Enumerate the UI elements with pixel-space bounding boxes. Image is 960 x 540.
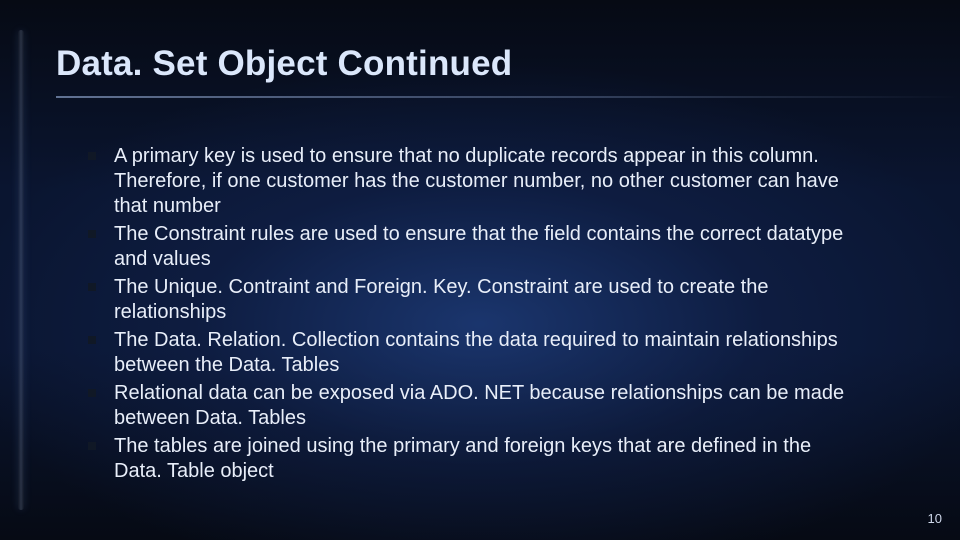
list-item: The Constraint rules are used to ensure … [88, 222, 864, 272]
bullet-text: The tables are joined using the primary … [114, 435, 811, 482]
bullet-text: The Unique. Contraint and Foreign. Key. … [114, 276, 768, 323]
list-item: Relational data can be exposed via ADO. … [88, 381, 864, 431]
page-number: 10 [928, 511, 942, 526]
bullet-text: The Data. Relation. Collection contains … [114, 329, 838, 376]
list-item: The Data. Relation. Collection contains … [88, 328, 864, 378]
slide: Data. Set Object Continued A primary key… [0, 0, 960, 540]
list-item: The Unique. Contraint and Foreign. Key. … [88, 275, 864, 325]
list-item: A primary key is used to ensure that no … [88, 144, 864, 219]
bullet-text: A primary key is used to ensure that no … [114, 145, 839, 217]
left-decor-rail [18, 30, 24, 510]
list-item: The tables are joined using the primary … [88, 434, 864, 484]
bullet-text: Relational data can be exposed via ADO. … [114, 382, 844, 429]
bullet-list: A primary key is used to ensure that no … [88, 144, 864, 487]
slide-title: Data. Set Object Continued [56, 44, 920, 84]
title-underline [56, 96, 960, 98]
bullet-text: The Constraint rules are used to ensure … [114, 223, 843, 270]
